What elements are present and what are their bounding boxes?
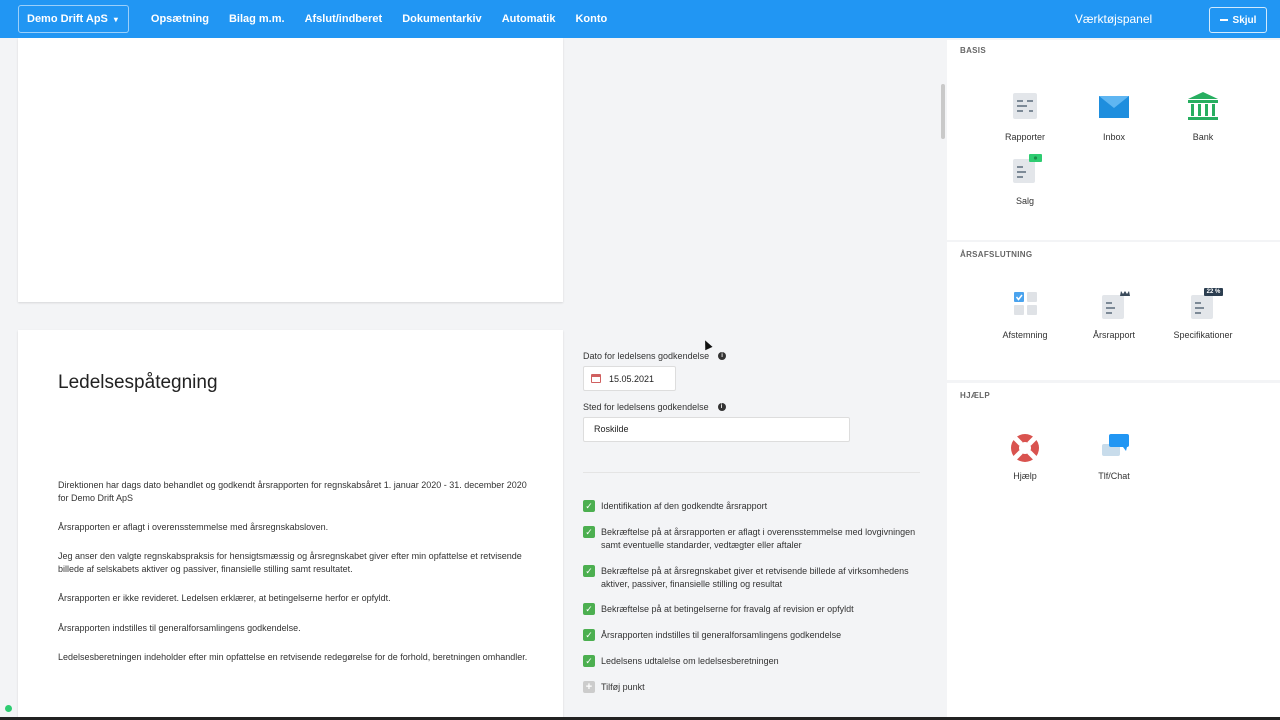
tile-bank[interactable]: Bank (1158, 90, 1248, 142)
section-hjaelp: HJÆLP Hjælp Tlf/Chat (947, 383, 1280, 720)
date-input[interactable]: 15.05.2021 (583, 366, 676, 391)
section-basis: BASIS Rapporter Inbox Bank Salg (947, 40, 1280, 240)
checklist-item[interactable]: ✓ Bekræftelse på at årsregnskabet giver … (583, 565, 923, 591)
toolpanel: BASIS Rapporter Inbox Bank Salg ÅRSAFSLU… (947, 38, 1280, 720)
checklist-label: Ledelsens udtalelse om ledelsesberetning… (601, 656, 779, 666)
sales-icon (1005, 154, 1045, 194)
checklist-label: Årsrapporten indstilles til generalforsa… (601, 630, 842, 640)
section-title: HJÆLP (960, 391, 990, 400)
checklist-label: Identifikation af den godkendte årsrappo… (601, 501, 768, 511)
checklist-label: Bekræftelse på at årsrapporten er aflagt… (601, 527, 916, 550)
doc-paragraph: Årsrapporten er aflagt i overensstemmels… (58, 522, 329, 532)
nav-menu: Opsætning Bilag m.m. Afslut/indberet Dok… (141, 0, 617, 38)
nav-item-konto[interactable]: Konto (565, 0, 617, 38)
specifications-icon: 22 % (1183, 288, 1223, 328)
envelope-icon (1094, 90, 1134, 130)
tile-inbox[interactable]: Inbox (1069, 90, 1159, 142)
checkbox-checked-icon[interactable]: ✓ (583, 526, 595, 538)
company-select[interactable]: Demo Drift ApS ▾ (18, 5, 129, 33)
tile-salg[interactable]: Salg (980, 154, 1070, 206)
report-icon (1005, 90, 1045, 130)
preview-card (18, 38, 563, 302)
scrollbar-thumb[interactable] (941, 84, 945, 139)
document-card: Ledelsespåtegning Direktionen har dags d… (18, 330, 563, 720)
section-aarsafslutning: ÅRSAFSLUTNING Afstemning Årsrapport 22 %… (947, 242, 1280, 380)
checkbox-checked-icon[interactable]: ✓ (583, 603, 595, 615)
document-title: Ledelsespåtegning (58, 372, 218, 393)
place-label: Sted for ledelsens godkendelse i (583, 402, 726, 412)
checkbox-checked-icon[interactable]: ✓ (583, 565, 595, 577)
section-title: ÅRSAFSLUTNING (960, 250, 1033, 259)
place-input[interactable]: Roskilde (583, 417, 850, 442)
divider (583, 472, 920, 473)
main-content: Ledelsespåtegning Direktionen har dags d… (0, 38, 947, 720)
checkbox-checked-icon[interactable]: ✓ (583, 655, 595, 667)
company-name: Demo Drift ApS (27, 13, 108, 25)
tile-label: Årsrapport (1092, 330, 1136, 340)
doc-paragraph: Årsrapporten indstilles til generalforsa… (58, 623, 301, 633)
tile-label: Rapporter (1004, 132, 1046, 142)
tile-label: Specifikationer (1173, 330, 1233, 340)
checklist-item[interactable]: ✓ Identifikation af den godkendte årsrap… (583, 500, 923, 513)
checklist-item[interactable]: ✓ Bekræftelse på at årsrapporten er afla… (583, 526, 923, 552)
info-icon[interactable]: i (717, 403, 726, 411)
toolpanel-header: Værktøjspanel Skjul (947, 0, 1280, 38)
date-label: Dato for ledelsens godkendelse i (583, 351, 727, 361)
nav-item-bilag[interactable]: Bilag m.m. (219, 0, 295, 38)
lifebuoy-icon (1005, 429, 1045, 469)
nav-item-afslut[interactable]: Afslut/indberet (295, 0, 393, 38)
doc-paragraph: Jeg anser den valgte regnskabspraksis fo… (58, 551, 522, 574)
bank-icon (1183, 90, 1223, 130)
checklist-item[interactable]: ✓ Bekræftelse på at betingelserne for fr… (583, 603, 923, 616)
date-value: 15.05.2021 (609, 373, 655, 384)
hide-toolpanel-button[interactable]: Skjul (1209, 7, 1267, 33)
minus-icon (1219, 19, 1228, 21)
chevron-down-icon: ▾ (113, 14, 118, 24)
tile-specifikationer[interactable]: 22 % Specifikationer (1158, 288, 1248, 340)
nav-item-dokumentarkiv[interactable]: Dokumentarkiv (392, 0, 491, 38)
checkbox-checked-icon[interactable]: ✓ (583, 629, 595, 641)
checklist-item[interactable]: ✓ Ledelsens udtalelse om ledelsesberetni… (583, 655, 923, 668)
tile-hjaelp[interactable]: Hjælp (980, 429, 1070, 481)
doc-paragraph: Ledelsesberetningen indeholder efter min… (58, 652, 528, 662)
percent-badge: 22 % (1206, 289, 1221, 295)
doc-paragraph: Årsrapporten er ikke revideret. Ledelsen… (58, 593, 391, 603)
add-point-label: Tilføj punkt (601, 682, 645, 692)
date-label-text: Dato for ledelsens godkendelse (583, 351, 710, 361)
tile-afstemning[interactable]: Afstemning (980, 288, 1070, 340)
add-point-button[interactable]: + Tilføj punkt (583, 681, 923, 694)
annual-report-icon (1094, 288, 1134, 328)
doc-paragraph: Direktionen har dags dato behandlet og g… (58, 480, 527, 503)
info-icon[interactable]: i (718, 352, 727, 360)
plus-icon: + (583, 681, 595, 693)
top-navigation: Demo Drift ApS ▾ Opsætning Bilag m.m. Af… (0, 0, 947, 38)
checklist-grid-icon (1005, 288, 1045, 328)
checklist-label: Bekræftelse på at betingelserne for frav… (601, 604, 854, 614)
nav-item-automatik[interactable]: Automatik (492, 0, 566, 38)
tile-label: Hjælp (1013, 471, 1037, 481)
tile-label: Inbox (1102, 132, 1126, 142)
place-label-text: Sted for ledelsens godkendelse (583, 402, 709, 412)
calendar-icon (591, 374, 601, 383)
tile-label: Afstemning (1002, 330, 1048, 340)
hide-label: Skjul (1232, 14, 1257, 26)
section-title: BASIS (960, 46, 986, 55)
chat-icon (1094, 429, 1134, 469)
nav-item-opsaetning[interactable]: Opsætning (141, 0, 219, 38)
checklist-label: Bekræftelse på at årsregnskabet giver et… (601, 566, 909, 589)
tile-tlf-chat[interactable]: Tlf/Chat (1069, 429, 1159, 481)
tile-aarsrapport[interactable]: Årsrapport (1069, 288, 1159, 340)
tile-rapporter[interactable]: Rapporter (980, 90, 1070, 142)
checklist-item[interactable]: ✓ Årsrapporten indstilles til generalfor… (583, 629, 923, 642)
status-dot-icon (5, 705, 12, 712)
tile-label: Tlf/Chat (1098, 471, 1130, 481)
tile-label: Bank (1192, 132, 1214, 142)
checkbox-checked-icon[interactable]: ✓ (583, 500, 595, 512)
tile-label: Salg (1015, 196, 1034, 206)
